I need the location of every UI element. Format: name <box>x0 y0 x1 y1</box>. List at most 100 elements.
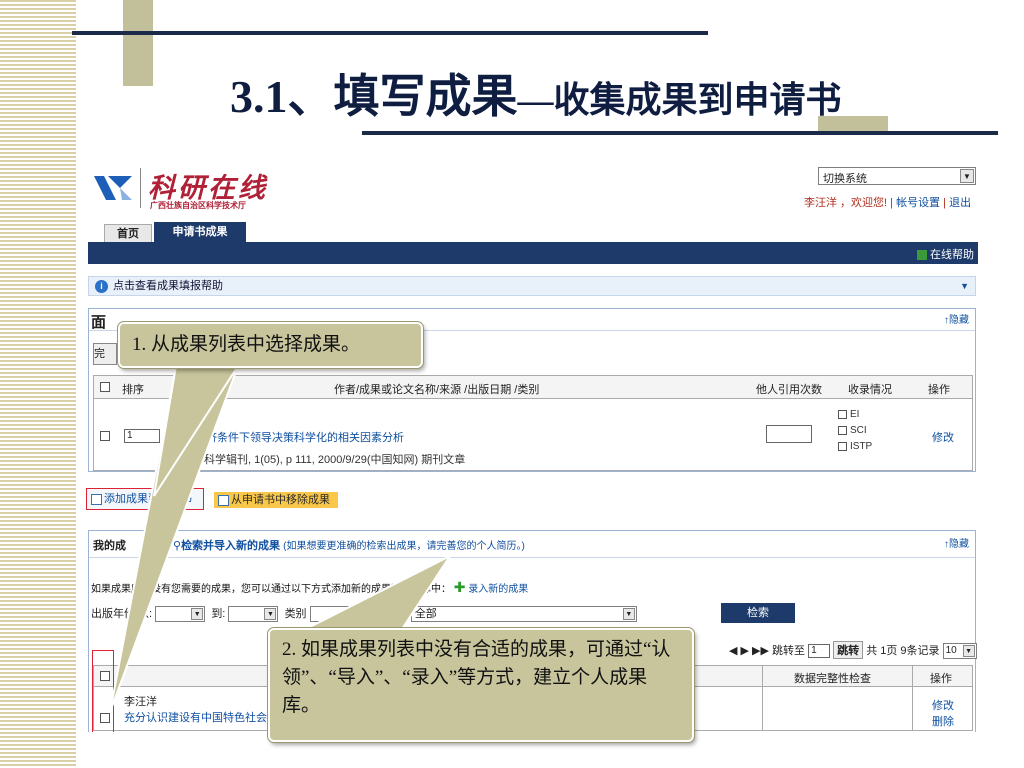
col-data-check: 数据完整性检查 <box>794 673 871 685</box>
page-input[interactable]: 1 <box>808 644 831 659</box>
help-label: 在线帮助 <box>930 249 974 261</box>
logout-link[interactable]: 退出 <box>949 197 971 209</box>
add-button-label: 添加成果到申请书 <box>104 493 192 505</box>
col-main: 作者/成果或论文名称/来源 /出版日期 /类别 <box>334 384 540 396</box>
col-op: 操作 <box>928 384 950 396</box>
search-icon: ⚲ <box>173 540 182 552</box>
pager-arrows-icon[interactable]: ◀ ▶ ▶▶ <box>729 645 769 657</box>
tab-home[interactable]: 首页 <box>104 224 152 242</box>
add-new-result-link[interactable]: ✚ 录入新的成果 <box>454 579 529 595</box>
divider <box>912 666 913 687</box>
system-switch-select[interactable]: 切换系统 ▼ <box>818 167 976 185</box>
hide-link[interactable]: ↑隐藏 <box>944 311 969 326</box>
chevron-down-icon: ▼ <box>960 169 974 183</box>
add-to-application-button[interactable]: 添加成果到申请书 <box>86 488 204 510</box>
year-from-label: 出版年份 从: <box>91 608 153 620</box>
result-source: 科学辑刊, 1(05), p 111, 2000/9/29(中国知网) 期刊文章 <box>204 454 466 466</box>
year-from-select[interactable]: ▼ <box>155 606 206 623</box>
separator: | <box>940 197 950 209</box>
delete-link[interactable]: 删除 <box>932 713 954 729</box>
account-settings-link[interactable]: 帐号设置 <box>896 197 940 209</box>
divider <box>762 666 763 687</box>
logo-icon <box>94 176 132 200</box>
col-index: 收录情况 <box>848 384 892 396</box>
logo-divider <box>140 168 141 208</box>
year-to-label: 到: <box>211 608 226 620</box>
divider <box>912 687 913 731</box>
panel-title: 面 <box>91 314 107 331</box>
rank-input[interactable]: 1 <box>124 429 160 443</box>
slide-title: 3.1、填写成果—收集成果到申请书 <box>230 60 842 126</box>
info-icon: i <box>95 280 108 293</box>
source-select[interactable]: 全部 ▼ <box>410 606 637 623</box>
add-icon <box>91 493 102 505</box>
row-checkbox[interactable] <box>100 431 110 444</box>
index-istp-checkbox[interactable]: ISTP <box>838 441 872 452</box>
user-bar: 李汪洋 ，欢迎您! | 帐号设置 | 退出 <box>804 194 971 210</box>
type-select[interactable] <box>309 606 380 623</box>
callout-select-result: 1. 从成果列表中选择成果。 <box>118 322 423 368</box>
result-title-link[interactable]: 济条件下领导决策科学化的相关因素分析 <box>206 429 404 445</box>
col-op: 操作 <box>930 673 952 685</box>
add-hint: 如果成果库中没有您需要的成果，您可以通过以下方式添加新的成果到成果库中： ✚ 录… <box>91 579 528 596</box>
checkbox-highlight <box>92 650 114 732</box>
divider <box>762 687 763 731</box>
col-cite: 他人引用次数 <box>756 384 822 396</box>
decorative-rule <box>362 131 998 135</box>
help-icon <box>917 250 927 261</box>
source-value: 全部 <box>414 608 437 621</box>
decorative-block <box>818 116 888 132</box>
divider <box>89 557 975 558</box>
result-author: 李汪洋 <box>124 696 157 708</box>
index-sci-checkbox[interactable]: SCI <box>838 425 867 436</box>
type-label: 类别 <box>284 608 307 620</box>
remove-button-label: 从申请书中移除成果 <box>231 494 330 506</box>
citation-count-input[interactable] <box>766 425 812 443</box>
chevron-down-icon: ▼ <box>191 608 204 621</box>
info-bar-text: 点击查看成果填报帮助 <box>113 280 223 292</box>
chevron-down-icon: ▼ <box>960 281 969 291</box>
modify-link[interactable]: 修改 <box>932 429 954 445</box>
chevron-down-icon: ▼ <box>622 608 635 621</box>
complete-button[interactable]: 完 <box>93 343 117 365</box>
chevron-down-icon: ▼ <box>962 645 975 658</box>
decorative-stripes <box>0 0 76 768</box>
slide-title-main: 3.1、填写成果 <box>230 71 518 122</box>
logo-subtitle: 广西壮族自治区科学技术厅 <box>150 201 246 210</box>
table-header: 排序 作者/成果或论文名称/来源 /出版日期 /类别 他人引用次数 收录情况 操… <box>93 375 973 399</box>
table-row: 1 济条件下领导决策科学化的相关因素分析 科学辑刊, 1(05), p 111,… <box>93 399 973 471</box>
result-title-link[interactable]: 充分认识建设有中国特色社会 <box>124 709 267 725</box>
decorative-rule <box>72 31 708 35</box>
callout-build-library: 2. 如果成果列表中没有合适的成果，可通过“认领”、“导入”、“录入”等方式，建… <box>268 628 694 742</box>
help-info-bar[interactable]: i 点击查看成果填报帮助 ▼ <box>88 276 976 296</box>
tab-application-results[interactable]: 申请书成果 <box>154 222 246 242</box>
remove-icon <box>218 494 229 506</box>
tab-search-label: 检索并导入新的成果 <box>181 540 281 552</box>
add-new-label: 录入新的成果 <box>468 584 529 595</box>
search-button[interactable]: 检索 <box>721 603 795 623</box>
nav-bar: 在线帮助 <box>88 242 978 264</box>
pager: ◀ ▶ ▶▶ 跳转至 1 跳转 共 1页 9条记录 10 ▼ <box>729 641 977 660</box>
pager-summary: 共 1页 9条记录 <box>866 645 940 657</box>
select-all-checkbox[interactable] <box>100 382 110 395</box>
tab-search-note: (如果想要更准确的检索出成果，请完善您的个人简历。) <box>283 541 525 552</box>
modify-link[interactable]: 修改 <box>932 697 954 713</box>
add-hint-text: 如果成果库中没有您需要的成果，您可以通过以下方式添加新的成果到成果库中： <box>91 584 451 595</box>
page-size-select[interactable]: 10 ▼ <box>942 643 977 660</box>
jump-button[interactable]: 跳转 <box>833 641 864 659</box>
plus-icon: ✚ <box>453 579 466 595</box>
tab-my-results[interactable]: 我的成 <box>93 537 126 553</box>
source-label: 来源 <box>385 608 408 620</box>
system-switch-label: 切换系统 <box>823 173 867 185</box>
greeting: 李汪洋 ，欢迎您! | <box>804 197 897 209</box>
tab-search-import[interactable]: ⚲检索并导入新的成果 (如果想要更准确的检索出成果，请完善您的个人简历。) <box>173 537 525 553</box>
remove-from-application-button[interactable]: 从申请书中移除成果 <box>214 492 338 508</box>
slide-title-sub: —收集成果到申请书 <box>517 80 842 120</box>
year-to-select[interactable]: ▼ <box>228 606 279 623</box>
col-order[interactable]: 排序 <box>122 381 144 397</box>
decorative-block <box>123 0 153 86</box>
hide-link[interactable]: ↑隐藏 <box>944 535 969 550</box>
goto-label: 跳转至 <box>772 645 806 657</box>
index-ei-checkbox[interactable]: EI <box>838 409 859 420</box>
online-help-link[interactable]: 在线帮助 <box>917 246 974 262</box>
